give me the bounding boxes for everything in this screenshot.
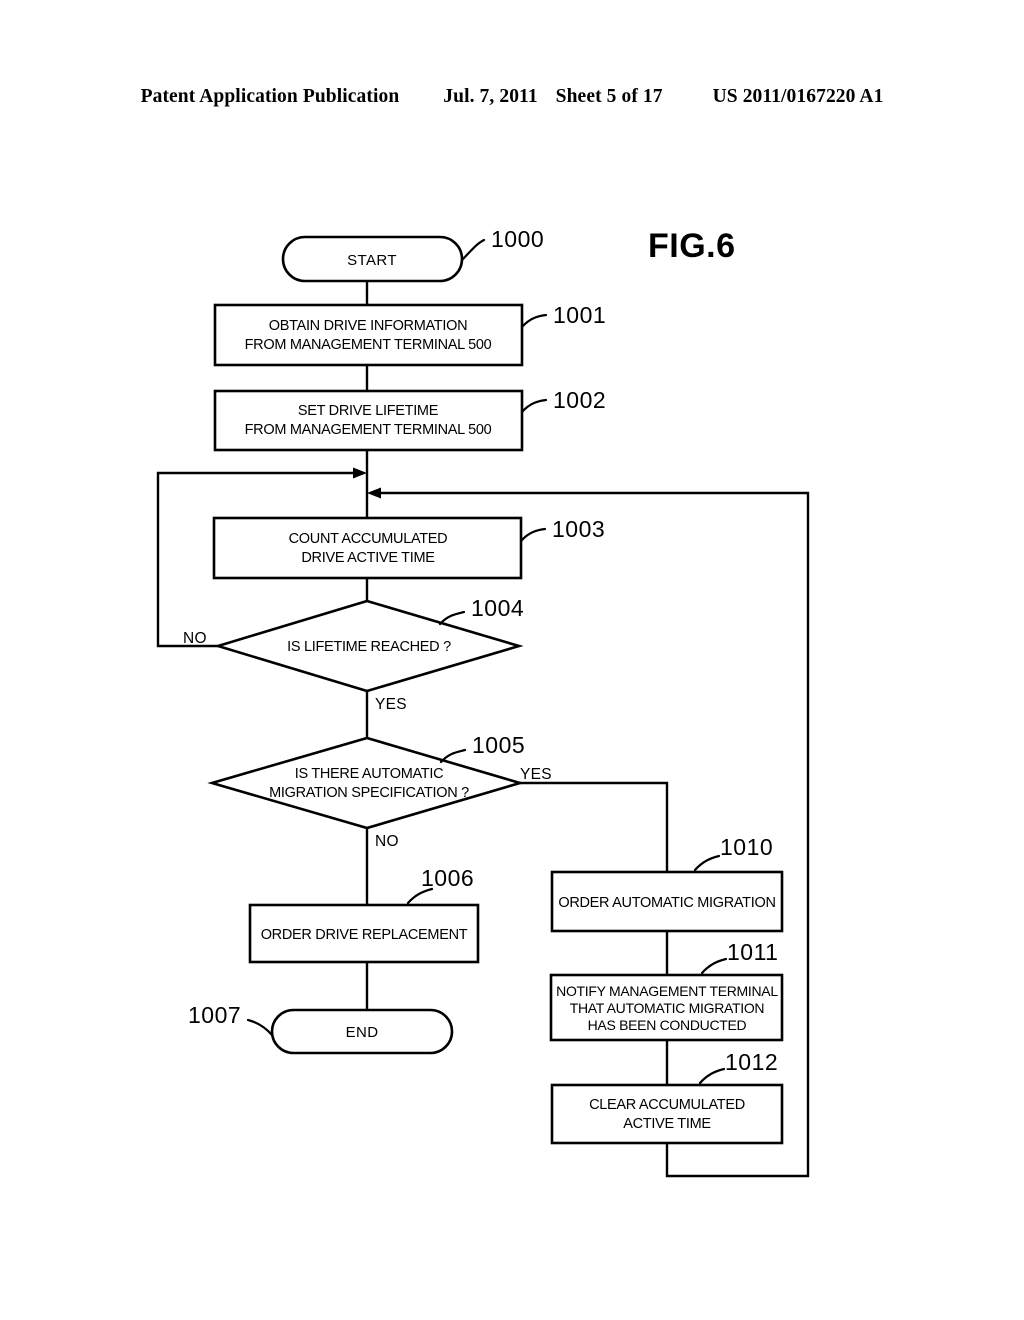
node-count-accumulated-drive-active-time — [212, 516, 523, 580]
node-end-label: END — [346, 1024, 379, 1041]
node-set-drive-lifetime — [213, 389, 524, 452]
node-clear-accumulated-active-time — [550, 1083, 784, 1145]
arrowhead-feedback-loop — [367, 487, 381, 499]
node-obtain-drive-information — [213, 303, 524, 367]
node-1003-line1: COUNT ACCUMULATED — [289, 531, 448, 547]
ref-number-1011: 1011 — [727, 939, 778, 965]
ref-number-1006: 1006 — [421, 865, 474, 891]
leader-1006 — [406, 887, 434, 905]
node-1011-line3: HAS BEEN CONDUCTED — [588, 1017, 747, 1033]
ref-number-1005: 1005 — [472, 732, 525, 758]
node-1001-line1: OBTAIN DRIVE INFORMATION — [269, 318, 468, 334]
node-1011-line1: NOTIFY MANAGEMENT TERMINAL — [556, 983, 778, 999]
node-start-label: START — [347, 252, 397, 269]
branch-label-1004-yes: YES — [375, 696, 407, 713]
leader-1000 — [460, 238, 486, 262]
node-1005-line2: MIGRATION SPECIFICATION ? — [269, 785, 469, 801]
leader-1004 — [438, 610, 466, 626]
leader-1007 — [246, 1018, 274, 1037]
node-1003-line2: DRIVE ACTIVE TIME — [301, 550, 435, 566]
leader-1011 — [700, 957, 728, 975]
branch-label-1004-no: NO — [183, 630, 207, 647]
leader-1012 — [698, 1067, 726, 1085]
node-1012-line1: CLEAR ACCUMULATED — [589, 1097, 745, 1113]
node-1004-label: IS LIFETIME REACHED ? — [287, 639, 451, 655]
connector-1005-yes-to-1010 — [518, 781, 669, 874]
leader-1003 — [519, 527, 547, 543]
node-1002-line2: FROM MANAGEMENT TERMINAL 500 — [245, 422, 492, 438]
ref-number-1000: 1000 — [491, 226, 544, 252]
ref-number-1007: 1007 — [188, 1002, 241, 1028]
figure-title: FIG.6 — [648, 227, 736, 265]
node-1005-line1: IS THERE AUTOMATIC — [295, 766, 444, 782]
leader-1002 — [520, 398, 548, 414]
ref-number-1001: 1001 — [553, 302, 606, 328]
branch-label-1005-no: NO — [375, 833, 399, 850]
figure-6-flowchart: START OBTAIN DRIVE INFORMATION FROM MANA… — [0, 0, 1024, 1320]
arrowhead-no-loop — [353, 467, 367, 479]
branch-label-1005-yes: YES — [520, 766, 552, 783]
node-1002-line1: SET DRIVE LIFETIME — [298, 403, 439, 419]
ref-number-1004: 1004 — [471, 595, 524, 621]
leader-1001 — [520, 313, 548, 329]
node-1012-line2: ACTIVE TIME — [623, 1116, 711, 1132]
node-1001-line2: FROM MANAGEMENT TERMINAL 500 — [245, 337, 492, 353]
leader-1010 — [693, 854, 721, 872]
node-1011-line2: THAT AUTOMATIC MIGRATION — [570, 1000, 765, 1016]
ref-number-1010: 1010 — [720, 834, 773, 860]
ref-number-1012: 1012 — [725, 1049, 778, 1075]
ref-number-1003: 1003 — [552, 516, 605, 542]
ref-number-1002: 1002 — [553, 387, 606, 413]
node-1006-label: ORDER DRIVE REPLACEMENT — [261, 927, 468, 943]
patent-drawing-page: Patent Application Publication Jul. 7, 2… — [0, 0, 1024, 1320]
node-1010-label: ORDER AUTOMATIC MIGRATION — [558, 895, 775, 911]
